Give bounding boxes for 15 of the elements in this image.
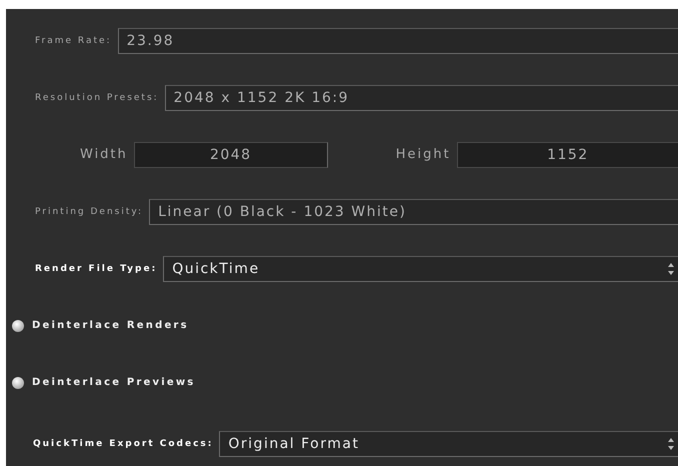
spinner-arrows-icon bbox=[668, 436, 674, 450]
dropdown[interactable]: QuickTime bbox=[163, 256, 678, 282]
spinner-arrows-icon bbox=[668, 262, 674, 276]
radio-button[interactable] bbox=[12, 376, 24, 388]
field-label: Height bbox=[396, 147, 451, 162]
field-label: QuickTime Export Codecs: bbox=[33, 438, 214, 448]
option-label: Deinterlace Previews bbox=[32, 377, 196, 388]
field-label: Resolution Presets: bbox=[35, 92, 159, 102]
field-label: Printing Density: bbox=[35, 206, 144, 216]
field-label: Width bbox=[80, 147, 128, 162]
option-label: Deinterlace Renders bbox=[32, 320, 189, 331]
dropdown[interactable]: Original Format bbox=[219, 430, 678, 456]
radio-button[interactable] bbox=[12, 320, 24, 332]
field-label: Render File Type: bbox=[35, 264, 158, 274]
field-label: Frame Rate: bbox=[35, 36, 112, 46]
